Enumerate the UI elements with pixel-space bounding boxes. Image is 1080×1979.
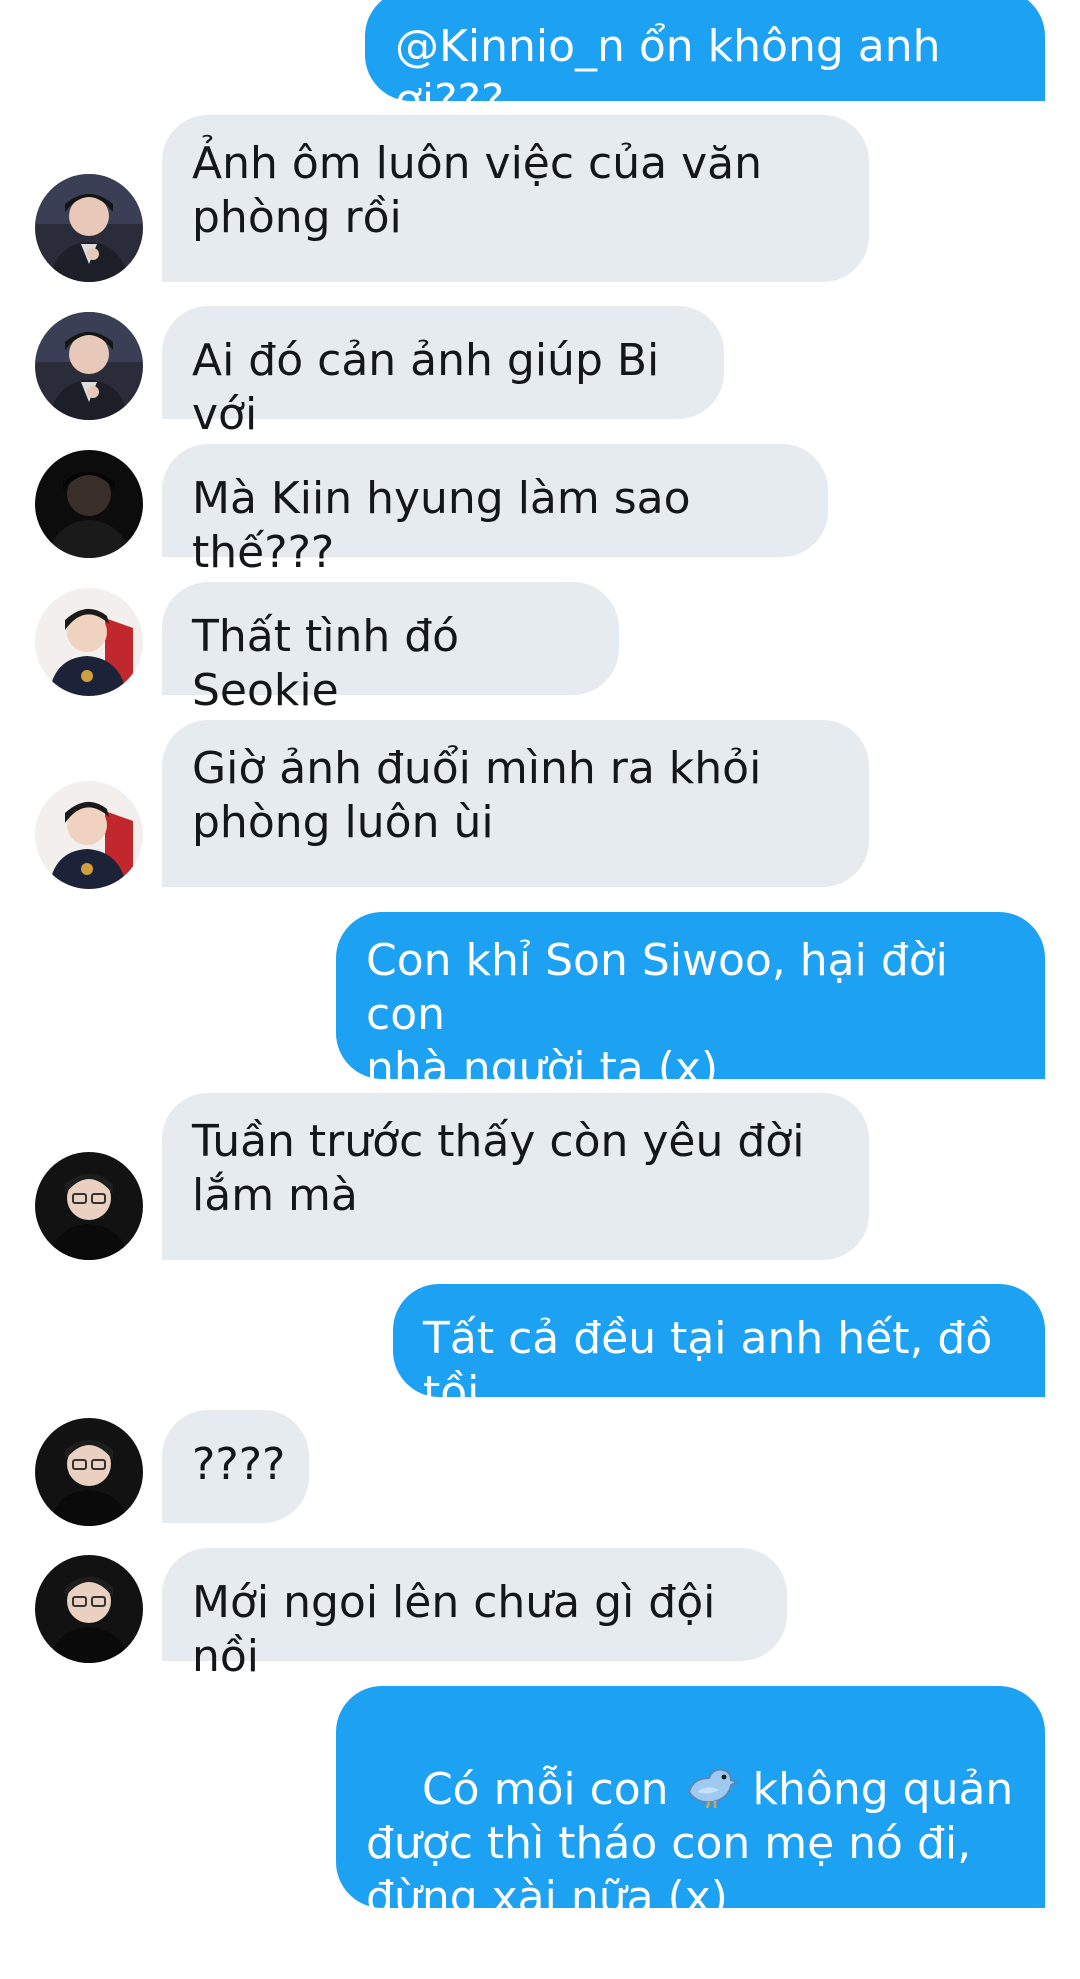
avatar[interactable] [35,1152,143,1260]
glasses-person-avatar [35,1152,143,1260]
outgoing-message[interactable]: @Kinnio_n ổn không anh ơi??? [365,0,1045,126]
incoming-message[interactable]: Mới ngoi lên chưa gì đội nồi [162,1548,787,1682]
incoming-message[interactable]: ???? [162,1410,309,1523]
incoming-message[interactable]: Mà Kiin hyung làm sao thế??? [162,444,828,578]
person-chair-avatar [35,588,143,696]
chat-thread[interactable]: @Kinnio_n ổn không anh ơi??? Ảnh ôm luôn… [0,0,1080,1923]
avatar[interactable] [35,312,143,420]
avatar[interactable] [35,450,143,558]
avatar[interactable] [35,1555,143,1663]
bird-emoji-icon [687,1768,739,1809]
avatar[interactable] [35,588,143,696]
dark-person-avatar [35,450,143,558]
outgoing-message[interactable]: Tất cả đều tại anh hết, đồ tồi [393,1284,1045,1418]
avatar[interactable] [35,1418,143,1526]
outgoing-message[interactable]: Con khỉ Son Siwoo, hại đời con nhà người… [336,912,1045,1094]
incoming-message[interactable]: Giờ ảnh đuổi mình ra khỏi phòng luôn ùi [162,720,869,887]
incoming-message[interactable]: Thất tình đó Seokie [162,582,619,716]
avatar[interactable] [35,781,143,889]
incoming-message[interactable]: Tuần trước thấy còn yêu đời lắm mà [162,1093,869,1260]
outgoing-message[interactable]: Có mỗi con không quản được thì tháo con … [336,1686,1045,1923]
person-chair-avatar [35,781,143,889]
incoming-message[interactable]: Ai đó cản ảnh giúp Bi với [162,306,724,440]
message-text: Có mỗi con [421,1764,683,1815]
person-suit-avatar [35,174,143,282]
avatar[interactable] [35,174,143,282]
person-suit-avatar [35,312,143,420]
incoming-message[interactable]: Ảnh ôm luôn việc của văn phòng rồi [162,115,869,282]
glasses-person-avatar [35,1418,143,1526]
glasses-person-avatar [35,1555,143,1663]
